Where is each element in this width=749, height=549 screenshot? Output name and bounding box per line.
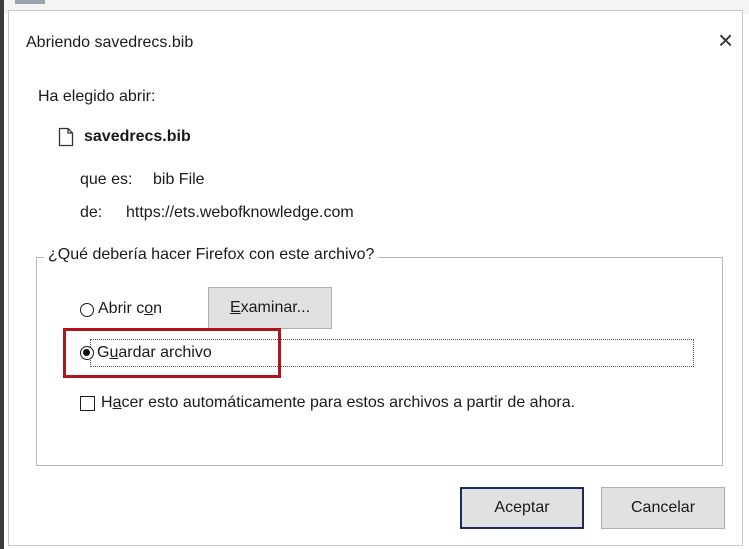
dialog-title: Abriendo savedrecs.bib (26, 34, 194, 51)
close-icon[interactable]: × (718, 27, 733, 53)
source-label: de: (80, 204, 103, 221)
filename: savedrecs.bib (84, 128, 191, 145)
source-value: https://ets.webofknowledge.com (126, 204, 354, 221)
background-mark (15, 0, 45, 4)
open-with-label[interactable]: Abrir con (98, 300, 162, 318)
window-edge (0, 0, 4, 549)
browse-button[interactable]: Examinar... (208, 287, 332, 329)
auto-action-checkbox[interactable] (80, 396, 95, 411)
ok-button[interactable]: Aceptar (460, 487, 584, 529)
file-icon (58, 127, 74, 147)
cancel-button[interactable]: Cancelar (601, 487, 725, 529)
intro-text: Ha elegido abrir: (38, 88, 156, 105)
highlight-box (63, 328, 281, 378)
groupbox-legend: ¿Qué debería hacer Firefox con este arch… (44, 246, 379, 264)
open-with-radio[interactable] (80, 303, 94, 317)
auto-action-label[interactable]: Hacer esto automáticamente para estos ar… (101, 394, 575, 412)
type-label: que es: (80, 171, 133, 188)
type-value: bib File (153, 171, 205, 188)
